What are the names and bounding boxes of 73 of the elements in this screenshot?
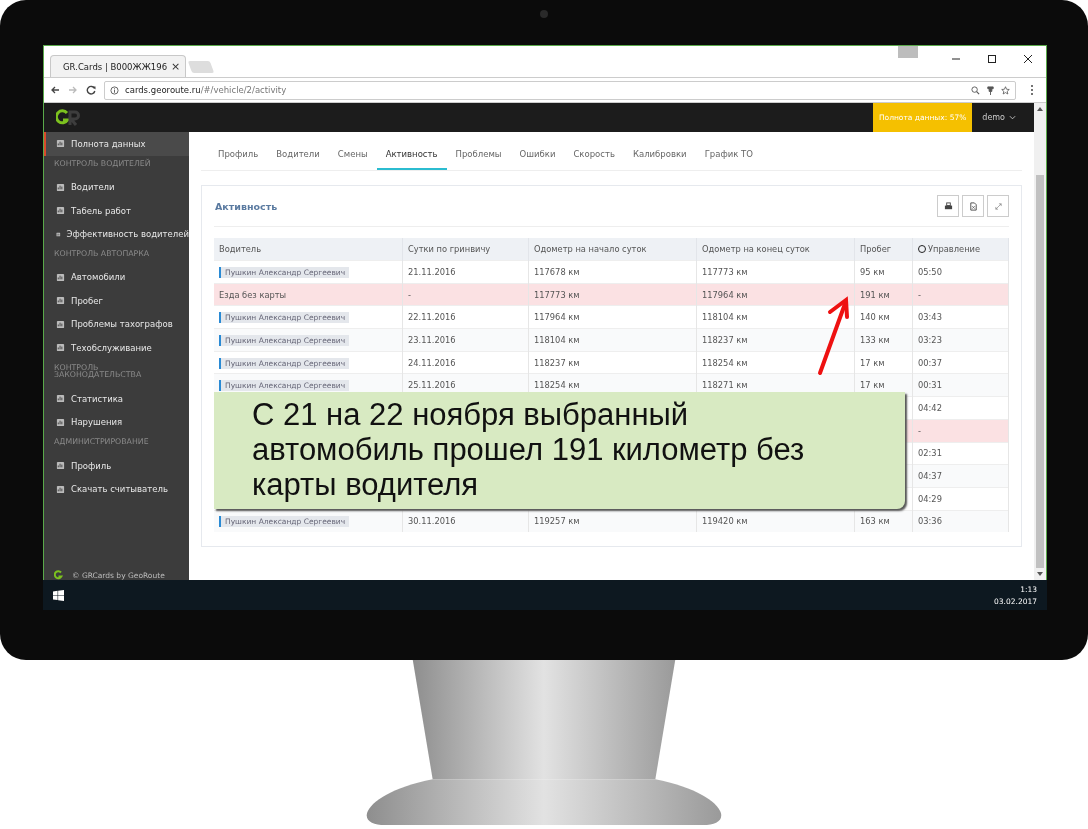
sidebar-item[interactable]: Скачать считыватель	[44, 477, 189, 501]
table-cell: 117964 км	[696, 283, 855, 306]
column-header[interactable]: Водитель	[214, 238, 403, 261]
pin-icon[interactable]	[986, 85, 995, 95]
sidebar-item[interactable]: Полнота данных	[44, 132, 189, 156]
tab[interactable]: Калибровки	[623, 149, 696, 170]
table-cell: 118237 км	[696, 328, 855, 352]
tab[interactable]: График ТО	[695, 149, 762, 170]
tab[interactable]: Смены	[328, 149, 377, 170]
tab-title: GR.Cards | В000ЖЖ196	[63, 61, 168, 72]
column-header[interactable]: Одометр на конец суток	[696, 238, 855, 261]
camera-dot	[540, 10, 548, 18]
scroll-down-icon[interactable]	[1037, 572, 1043, 576]
table-cell: 119257 км	[528, 510, 697, 533]
back-icon[interactable]	[50, 85, 60, 95]
tab[interactable]: Скорость	[564, 149, 624, 170]
no-card-label: Езда без карты	[219, 289, 287, 300]
table-cell: 04:37	[912, 464, 1009, 488]
table-cell: 163 км	[854, 510, 913, 533]
sidebar-item[interactable]: Статистика	[44, 387, 189, 411]
info-icon	[110, 85, 119, 95]
sidebar-item[interactable]: Пробег	[44, 289, 189, 313]
tab[interactable]: Проблемы	[446, 149, 511, 170]
annotation-callout: С 21 на 22 ноября выбранный автомобиль прошел 191 километр без карты водителя	[214, 392, 905, 509]
maximize-icon[interactable]	[987, 54, 997, 64]
table-cell: 03:23	[912, 328, 1009, 352]
scrollbar[interactable]	[1034, 103, 1046, 580]
tab[interactable]: Ошибки	[510, 149, 565, 170]
scroll-up-icon[interactable]	[1037, 107, 1043, 111]
sidebar-item[interactable]: Табель работ	[44, 198, 189, 223]
printer-icon	[943, 201, 953, 211]
panel-title: Активность	[214, 200, 278, 212]
expand-icon	[993, 201, 1003, 211]
table-cell: 191 км	[854, 283, 913, 306]
table-cell: 118104 км	[528, 328, 697, 352]
address-bar[interactable]: cards.georoute.ru/#/vehicle/2/activity	[104, 80, 1016, 100]
column-header[interactable]: Одометр на начало суток	[528, 238, 697, 261]
reload-icon[interactable]	[86, 85, 96, 95]
sidebar-item[interactable]: Эффективность водителей	[44, 222, 189, 246]
tab[interactable]: Активность	[376, 149, 447, 170]
windows-start-icon[interactable]	[53, 589, 64, 601]
table-cell: -	[912, 283, 1009, 306]
column-header[interactable]: Сутки по гринвичу	[402, 238, 529, 261]
table-cell: 119420 км	[696, 510, 855, 533]
browser-tab[interactable]: GR.Cards | В000ЖЖ196 ×	[50, 55, 186, 77]
table-cell: -	[912, 419, 1009, 442]
table-cell: 133 км	[854, 328, 913, 352]
zoom-icon[interactable]	[971, 85, 980, 95]
table-cell: -	[402, 283, 529, 306]
tab[interactable]: Водители	[267, 149, 329, 170]
sidebar-item[interactable]: Проблемы тахографов	[44, 312, 189, 337]
logo-icon	[56, 108, 82, 127]
sidebar-item[interactable]: Нарушения	[44, 410, 189, 435]
table-cell: 03:36	[912, 510, 1009, 533]
sidebar-item[interactable]: Автомобили	[44, 265, 189, 290]
column-header[interactable]: Управление	[912, 238, 1009, 261]
sidebar-item[interactable]: Профиль	[44, 454, 189, 478]
print-button[interactable]	[937, 195, 959, 217]
menu-icon[interactable]	[1030, 84, 1034, 96]
user-menu[interactable]: demo	[972, 113, 1034, 122]
spreadsheet-file-icon	[968, 201, 978, 211]
sidebar-item[interactable]: Водители	[44, 175, 189, 199]
table-cell: 30.11.2016	[402, 510, 529, 533]
close-icon[interactable]	[1023, 54, 1033, 64]
column-header[interactable]: Пробег	[854, 238, 913, 261]
bookmark-star-icon[interactable]	[1001, 85, 1010, 95]
table-cell: 00:31	[912, 373, 1009, 397]
sidebar-item[interactable]: Техобслуживание	[44, 336, 189, 360]
table-cell: 23.11.2016	[402, 328, 529, 352]
table-cell: 117773 км	[528, 283, 697, 306]
chevron-down-icon	[1009, 115, 1016, 120]
close-icon[interactable]: ×	[171, 60, 181, 73]
tab[interactable]: Профиль	[209, 149, 268, 170]
